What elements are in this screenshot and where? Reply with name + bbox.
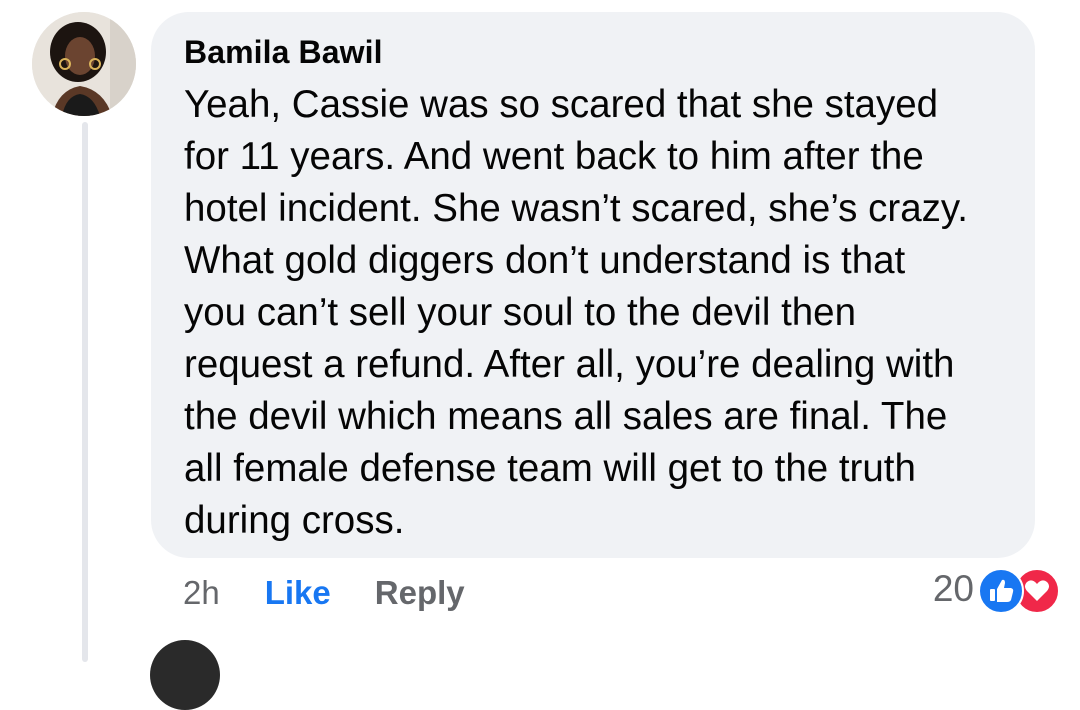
like-button[interactable]: Like [265,574,331,612]
comment-timestamp[interactable]: 2h [183,574,220,612]
thumbs-up-icon [978,568,1024,614]
reaction-count[interactable]: 20 [933,568,974,610]
reaction-icons [978,566,1060,614]
avatar[interactable] [32,12,136,116]
reaction-summary[interactable]: 20 [933,566,1060,614]
comment-actions: 2h Like Reply [183,570,465,616]
comment-author-name[interactable]: Bamila Bawil [184,32,1005,72]
thread-connector-line [82,122,88,662]
comment-bubble: Bamila Bawil Yeah, Cassie was so scared … [151,12,1035,558]
reply-button[interactable]: Reply [375,574,465,612]
profile-photo [32,12,136,116]
comment-text: Yeah, Cassie was so scared that she stay… [184,83,968,542]
next-comment-avatar[interactable] [150,640,220,710]
